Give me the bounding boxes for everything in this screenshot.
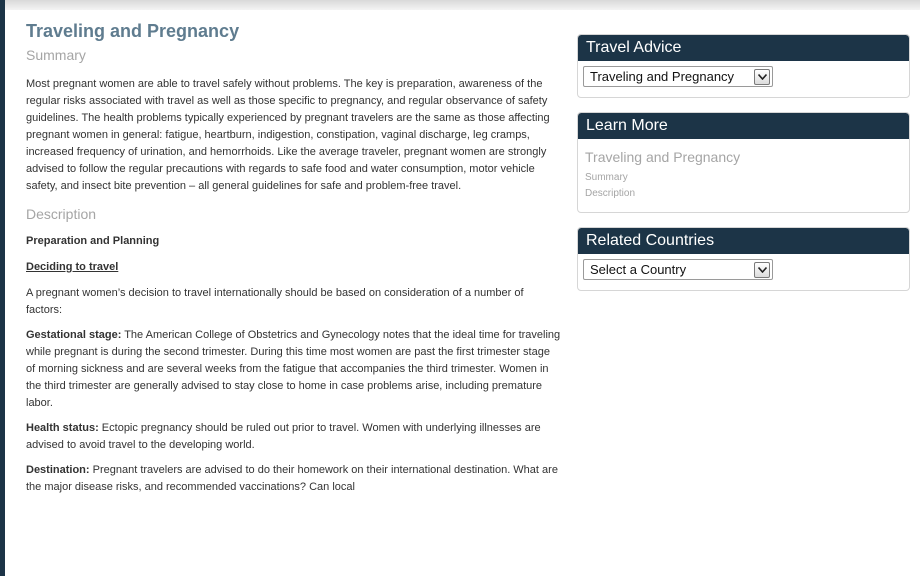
health-text: Ectopic pregnancy should be ruled out pr… [26, 422, 541, 451]
travel-advice-panel: Travel Advice Traveling and Pregnancy [577, 34, 910, 98]
summary-text: Most pregnant women are able to travel s… [26, 78, 550, 192]
travel-advice-selected-value: Traveling and Pregnancy [590, 69, 735, 84]
destination-paragraph: Destination: Pregnant travelers are advi… [26, 462, 562, 496]
travel-advice-select[interactable]: Traveling and Pregnancy [583, 66, 773, 87]
learn-more-link-description[interactable]: Description [585, 186, 904, 202]
travel-advice-heading: Travel Advice [578, 35, 909, 61]
learn-more-panel: Learn More Traveling and Pregnancy Summa… [577, 112, 910, 213]
preparation-heading: Preparation and Planning [26, 235, 160, 247]
page-title: Traveling and Pregnancy [26, 21, 240, 41]
related-countries-heading: Related Countries [578, 228, 909, 254]
deciding-heading: Deciding to travel [26, 261, 119, 273]
gestational-paragraph: Gestational stage: The American College … [26, 327, 562, 412]
article: Traveling and Pregnancy Summary Most pre… [26, 20, 562, 504]
gestational-label: Gestational stage: [26, 329, 122, 341]
top-shadow-strip [0, 0, 920, 10]
chevron-down-icon[interactable] [754, 68, 770, 85]
destination-label: Destination: [26, 464, 90, 476]
country-select[interactable]: Select a Country [583, 259, 773, 280]
learn-more-heading: Learn More [578, 113, 909, 139]
country-selected-value: Select a Country [590, 262, 687, 277]
gestational-text: The American College of Obstetrics and G… [26, 329, 561, 409]
health-label: Health status: [26, 422, 99, 434]
summary-heading: Summary [26, 47, 86, 63]
related-countries-panel: Related Countries Select a Country [577, 227, 910, 291]
left-accent-bar [0, 0, 5, 576]
health-paragraph: Health status: Ectopic pregnancy should … [26, 420, 562, 454]
deciding-text: A pregnant women’s decision to travel in… [26, 287, 524, 316]
learn-more-link-summary[interactable]: Summary [585, 170, 904, 186]
description-heading: Description [26, 206, 97, 222]
chevron-down-icon[interactable] [754, 261, 770, 278]
sidebar: Travel Advice Traveling and Pregnancy Le… [577, 34, 910, 305]
learn-more-title: Traveling and Pregnancy [585, 149, 741, 165]
destination-text: Pregnant travelers are advised to do the… [26, 464, 558, 493]
